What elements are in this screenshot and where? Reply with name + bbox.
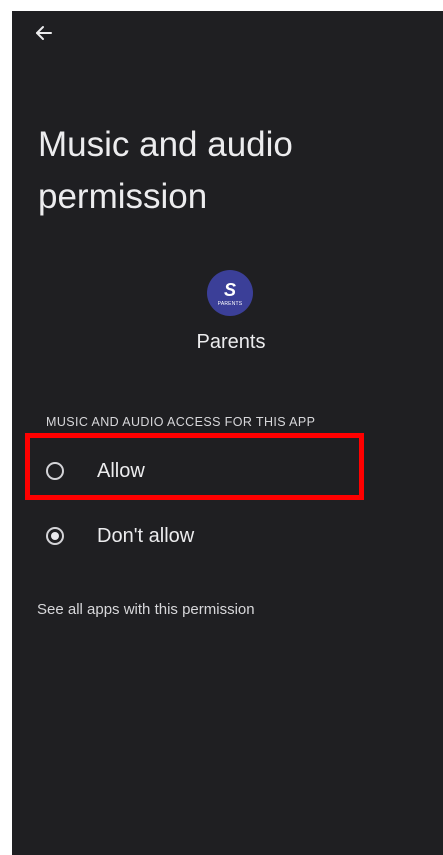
see-all-apps-link[interactable]: See all apps with this permission [37,601,255,618]
radio-unselected-icon[interactable] [46,462,64,480]
page-title: Music and audio permission [38,125,293,216]
option-allow-label: Allow [97,459,145,482]
back-button[interactable] [32,21,56,45]
permission-screen: Music and audio permission S PARENTS Par… [12,11,443,855]
app-icon-glyph: S [223,280,236,300]
arrow-left-icon [36,26,52,40]
radio-selected-icon[interactable] [46,527,64,545]
app-name: Parents [196,331,266,353]
section-label: MUSIC AND AUDIO ACCESS FOR THIS APP [46,415,316,429]
option-dont-allow[interactable]: Don't allow [32,508,392,564]
app-icon-text: PARENTS [217,301,243,307]
app-icon: S PARENTS [207,270,253,316]
option-allow[interactable]: Allow [32,443,392,499]
option-dont-allow-label: Don't allow [97,524,195,547]
